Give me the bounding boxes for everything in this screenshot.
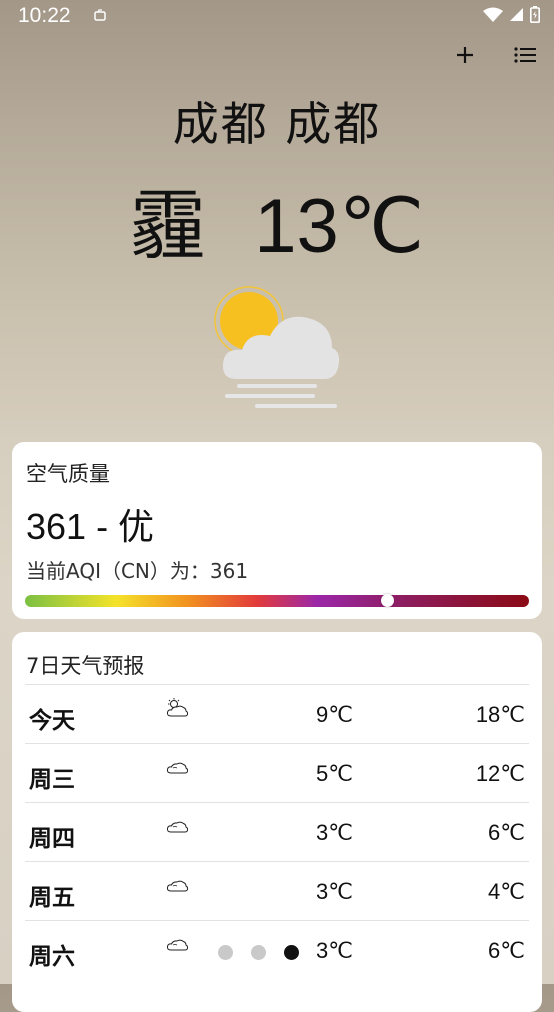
current-temperature: 13℃ xyxy=(254,184,425,269)
forecast-title: 7日天气预报 xyxy=(26,654,145,678)
cloudy-icon xyxy=(165,756,189,778)
forecast-day: 周六 xyxy=(29,944,75,970)
forecast-list: 今天 9℃ 18℃ 周三 5℃ 12℃ 周四 3℃ 6℃ 周五 3℃ 4℃ 周六… xyxy=(25,684,529,979)
signal-icon xyxy=(509,7,524,26)
forecast-day: 周五 xyxy=(29,885,75,911)
forecast-high: 6℃ xyxy=(488,820,525,845)
list-icon xyxy=(514,47,536,67)
wifi-icon xyxy=(483,7,503,27)
current-weather: 霾 13℃ xyxy=(0,164,554,274)
cloudy-icon xyxy=(165,933,189,955)
aqi-gauge-marker xyxy=(381,594,395,607)
air-quality-card: 空气质量 361 - 优 当前AQI（CN）为：361 xyxy=(12,442,542,619)
forecast-row[interactable]: 周三 5℃ 12℃ xyxy=(25,743,529,802)
forecast-low: 3℃ xyxy=(316,879,353,904)
page-dot[interactable] xyxy=(218,945,233,960)
forecast-high: 4℃ xyxy=(488,879,525,904)
plus-icon xyxy=(456,46,474,68)
air-quality-title: 空气质量 xyxy=(26,462,110,486)
aqi-gauge xyxy=(25,594,529,607)
battery-icon xyxy=(530,6,540,27)
add-city-button[interactable] xyxy=(452,44,478,70)
cloudy-icon xyxy=(165,874,189,896)
partly-cloudy-haze-icon xyxy=(208,284,348,418)
notification-icon xyxy=(93,8,107,27)
status-bar: 10:22 xyxy=(0,0,554,32)
cloudy-icon xyxy=(165,815,189,837)
forecast-row[interactable]: 今天 9℃ 18℃ xyxy=(25,684,529,743)
forecast-day: 周四 xyxy=(29,826,75,852)
current-condition: 霾 xyxy=(129,184,206,269)
forecast-high: 18℃ xyxy=(475,702,525,727)
forecast-low: 5℃ xyxy=(316,761,353,786)
aqi-description: 当前AQI（CN）为：361 xyxy=(26,559,249,583)
forecast-low: 3℃ xyxy=(316,938,353,963)
page-indicator[interactable] xyxy=(218,945,299,960)
city-list-button[interactable] xyxy=(512,44,538,70)
forecast-high: 12℃ xyxy=(475,761,525,786)
forecast-low: 3℃ xyxy=(316,820,353,845)
forecast-low: 9℃ xyxy=(316,702,353,727)
aqi-value: 361 - 优 xyxy=(26,506,155,547)
forecast-day: 周三 xyxy=(29,767,75,793)
status-time: 10:22 xyxy=(18,4,71,27)
page-dot[interactable] xyxy=(284,945,299,960)
city-name: 成都 成都 xyxy=(172,97,382,151)
page-dot[interactable] xyxy=(251,945,266,960)
forecast-row[interactable]: 周五 3℃ 4℃ xyxy=(25,861,529,920)
partly-cloudy-icon xyxy=(165,697,189,719)
forecast-high: 6℃ xyxy=(488,938,525,963)
forecast-row[interactable]: 周四 3℃ 6℃ xyxy=(25,802,529,861)
forecast-day: 今天 xyxy=(29,708,75,734)
